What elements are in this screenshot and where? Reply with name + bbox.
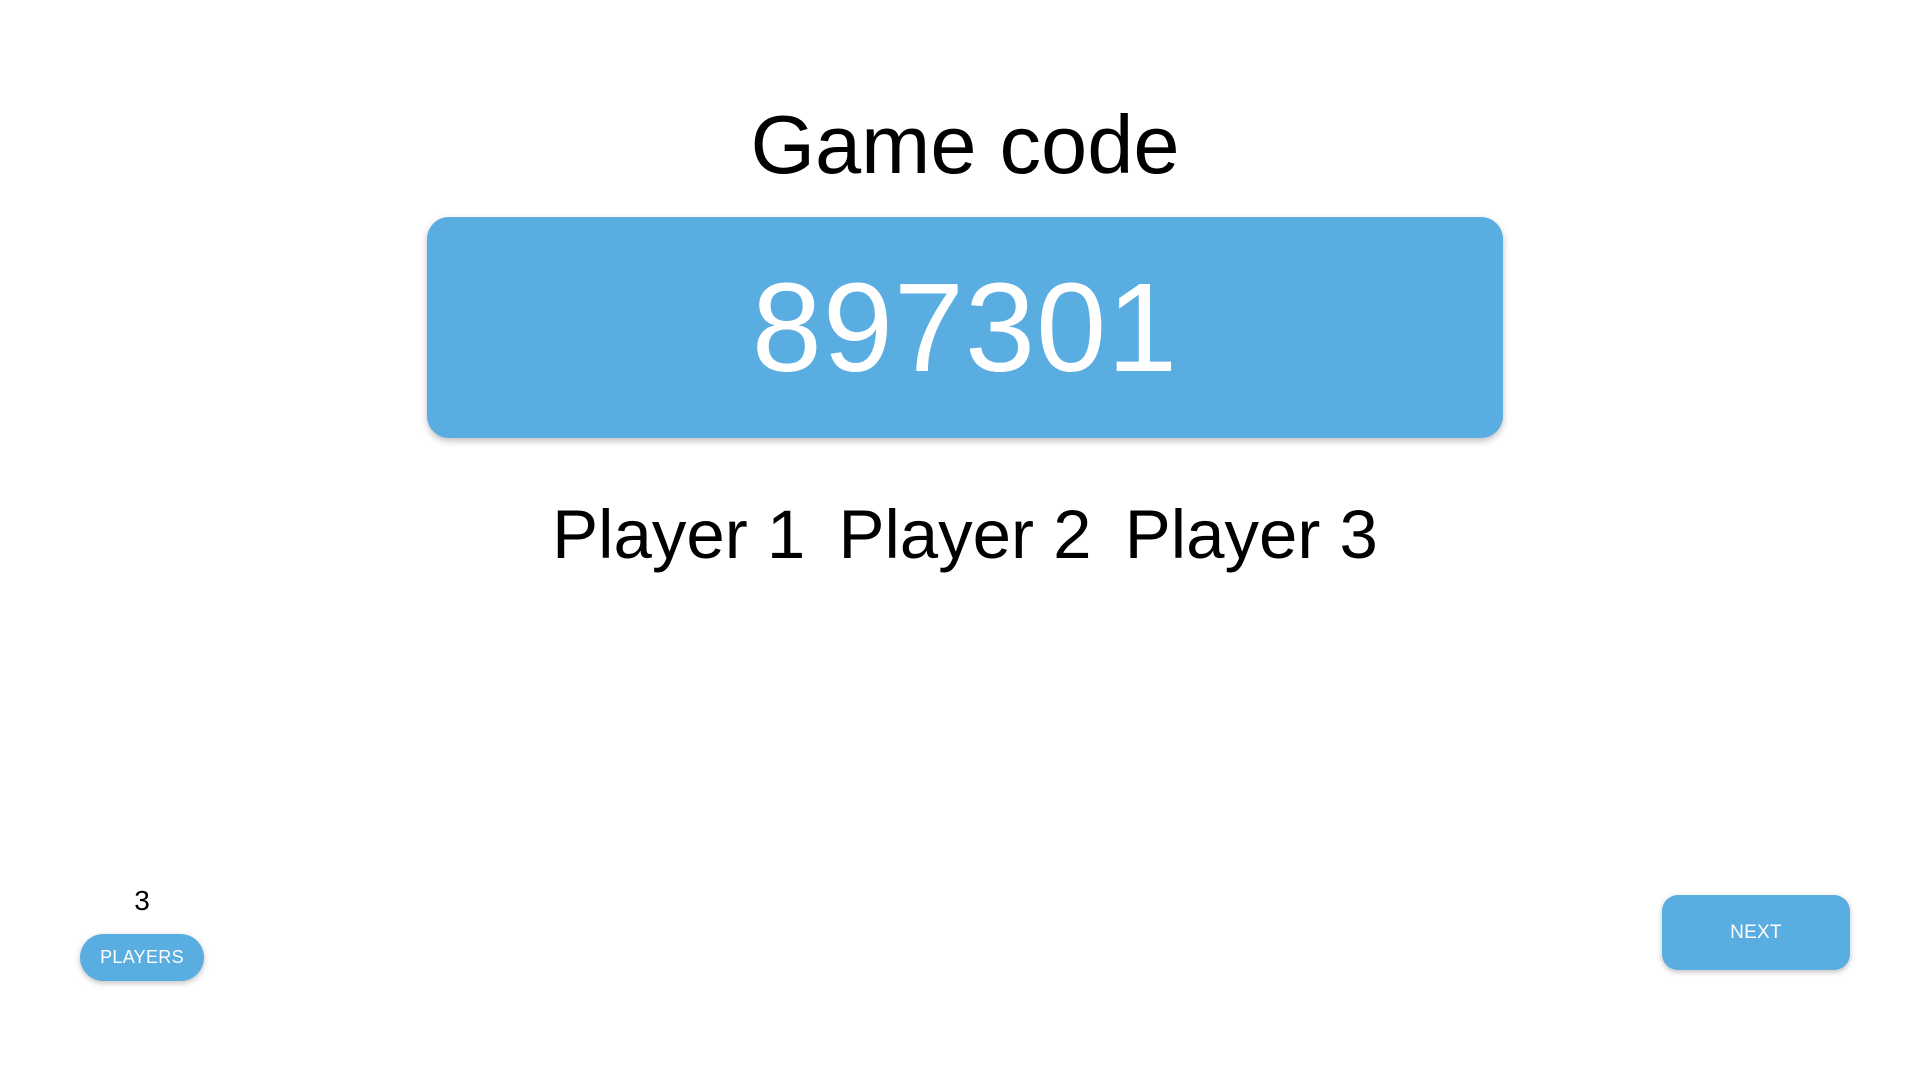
player-name: Player 3	[1124, 496, 1378, 573]
players-button[interactable]: PLAYERS	[80, 934, 204, 981]
game-code-panel: 897301	[427, 217, 1503, 438]
player-name: Player 2	[838, 496, 1092, 573]
player-name: Player 1	[552, 496, 806, 573]
player-list: Player 1 Player 2 Player 3	[0, 494, 1920, 576]
page-title: Game code	[750, 98, 1180, 191]
next-button[interactable]: NEXT	[1662, 895, 1850, 970]
game-code-value: 897301	[751, 256, 1179, 398]
player-count: 3	[134, 885, 150, 916]
game-lobby-page: Game code 897301 Player 1 Player 2 Playe…	[0, 0, 1920, 1080]
